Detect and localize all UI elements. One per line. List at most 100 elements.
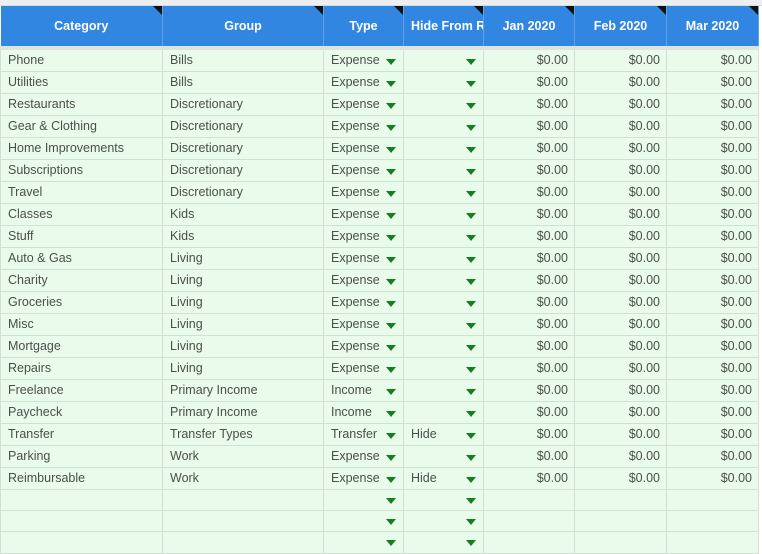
cell-hide[interactable] (403, 71, 484, 94)
cell-mar[interactable]: $0.00 (666, 115, 759, 138)
cell-category[interactable]: Phone (0, 48, 163, 72)
column-header-hide[interactable]: Hide From Reports (403, 6, 484, 50)
cell-group[interactable]: Living (162, 247, 324, 270)
cell-hide[interactable] (403, 137, 484, 160)
cell-group[interactable]: Kids (162, 225, 324, 248)
cell-mar[interactable]: $0.00 (666, 48, 759, 72)
cell-group[interactable]: Living (162, 357, 324, 380)
cell-feb[interactable]: $0.00 (574, 115, 667, 138)
chevron-down-icon[interactable] (466, 540, 476, 547)
cell-category[interactable]: Gear & Clothing (0, 115, 163, 138)
cell-group[interactable]: Work (162, 467, 324, 490)
filter-corner-icon[interactable] (474, 6, 483, 15)
cell-mar[interactable]: $0.00 (666, 335, 759, 358)
cell-hide[interactable] (403, 93, 484, 116)
cell-hide[interactable] (403, 357, 484, 380)
cell-hide[interactable]: Hide (403, 423, 484, 446)
cell-category[interactable] (0, 531, 163, 554)
chevron-down-icon[interactable] (466, 366, 476, 373)
cell-feb[interactable]: $0.00 (574, 225, 667, 248)
cell-feb[interactable]: $0.00 (574, 357, 667, 380)
cell-mar[interactable]: $0.00 (666, 181, 759, 204)
cell-category[interactable]: Travel (0, 181, 163, 204)
chevron-down-icon[interactable] (466, 344, 476, 351)
chevron-down-icon[interactable] (386, 432, 396, 439)
chevron-down-icon[interactable] (386, 102, 396, 109)
cell-type[interactable]: Expense (323, 115, 404, 138)
cell-jan[interactable]: $0.00 (483, 291, 575, 314)
cell-hide[interactable] (403, 291, 484, 314)
chevron-down-icon[interactable] (386, 234, 396, 241)
cell-group[interactable]: Living (162, 269, 324, 292)
cell-category[interactable] (0, 510, 163, 533)
cell-type[interactable]: Expense (323, 445, 404, 468)
chevron-down-icon[interactable] (386, 212, 396, 219)
cell-hide[interactable] (403, 159, 484, 182)
chevron-down-icon[interactable] (386, 124, 396, 131)
cell-group[interactable]: Primary Income (162, 379, 324, 402)
cell-feb[interactable] (574, 510, 667, 533)
chevron-down-icon[interactable] (386, 146, 396, 153)
cell-mar[interactable]: $0.00 (666, 71, 759, 94)
cell-hide[interactable]: Hide (403, 467, 484, 490)
cell-type[interactable]: Expense (323, 269, 404, 292)
cell-type[interactable]: Income (323, 379, 404, 402)
cell-mar[interactable] (666, 510, 759, 533)
cell-mar[interactable]: $0.00 (666, 269, 759, 292)
cell-feb[interactable]: $0.00 (574, 401, 667, 424)
cell-jan[interactable]: $0.00 (483, 181, 575, 204)
chevron-down-icon[interactable] (386, 540, 396, 547)
cell-group[interactable]: Living (162, 313, 324, 336)
cell-feb[interactable] (574, 489, 667, 512)
cell-hide[interactable] (403, 269, 484, 292)
cell-category[interactable]: Subscriptions (0, 159, 163, 182)
chevron-down-icon[interactable] (466, 300, 476, 307)
cell-type[interactable] (323, 489, 404, 512)
filter-corner-icon[interactable] (749, 6, 758, 15)
chevron-down-icon[interactable] (466, 432, 476, 439)
cell-jan[interactable] (483, 489, 575, 512)
cell-group[interactable]: Discretionary (162, 181, 324, 204)
chevron-down-icon[interactable] (466, 168, 476, 175)
cell-hide[interactable] (403, 48, 484, 72)
cell-jan[interactable]: $0.00 (483, 71, 575, 94)
cell-type[interactable]: Expense (323, 335, 404, 358)
column-header-category[interactable]: Category (0, 6, 163, 50)
cell-mar[interactable]: $0.00 (666, 203, 759, 226)
cell-category[interactable]: Parking (0, 445, 163, 468)
chevron-down-icon[interactable] (466, 102, 476, 109)
chevron-down-icon[interactable] (466, 80, 476, 87)
cell-type[interactable] (323, 510, 404, 533)
chevron-down-icon[interactable] (466, 124, 476, 131)
cell-feb[interactable]: $0.00 (574, 203, 667, 226)
cell-jan[interactable]: $0.00 (483, 401, 575, 424)
chevron-down-icon[interactable] (466, 190, 476, 197)
chevron-down-icon[interactable] (466, 322, 476, 329)
cell-group[interactable]: Bills (162, 48, 324, 72)
chevron-down-icon[interactable] (386, 80, 396, 87)
cell-feb[interactable]: $0.00 (574, 313, 667, 336)
cell-jan[interactable]: $0.00 (483, 203, 575, 226)
cell-category[interactable]: Utilities (0, 71, 163, 94)
column-header-type[interactable]: Type (323, 6, 404, 50)
chevron-down-icon[interactable] (386, 256, 396, 263)
cell-category[interactable]: Reimbursable (0, 467, 163, 490)
cell-type[interactable]: Expense (323, 313, 404, 336)
chevron-down-icon[interactable] (466, 278, 476, 285)
cell-hide[interactable] (403, 401, 484, 424)
cell-category[interactable]: Home Improvements (0, 137, 163, 160)
cell-jan[interactable]: $0.00 (483, 357, 575, 380)
cell-mar[interactable]: $0.00 (666, 159, 759, 182)
cell-group[interactable] (162, 510, 324, 533)
cell-mar[interactable]: $0.00 (666, 401, 759, 424)
cell-hide[interactable] (403, 379, 484, 402)
cell-category[interactable]: Auto & Gas (0, 247, 163, 270)
column-header-group[interactable]: Group (162, 6, 324, 50)
chevron-down-icon[interactable] (466, 498, 476, 505)
cell-jan[interactable]: $0.00 (483, 467, 575, 490)
chevron-down-icon[interactable] (386, 58, 396, 65)
cell-type[interactable] (323, 531, 404, 554)
cell-jan[interactable]: $0.00 (483, 247, 575, 270)
cell-jan[interactable]: $0.00 (483, 313, 575, 336)
chevron-down-icon[interactable] (386, 476, 396, 483)
